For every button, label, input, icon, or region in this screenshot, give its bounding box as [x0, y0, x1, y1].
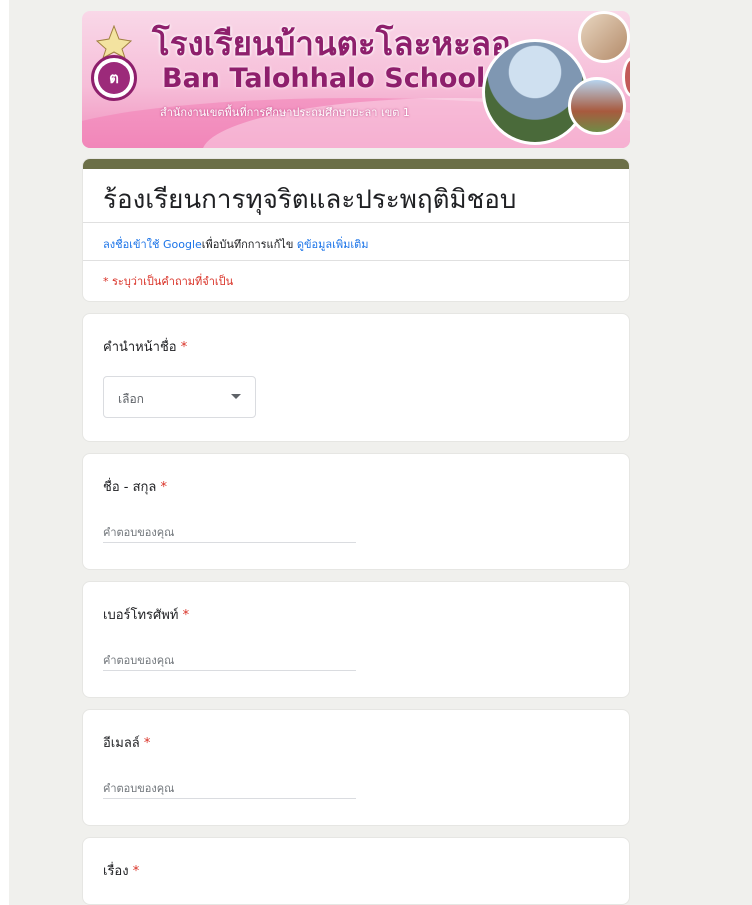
- question-label-text: อีเมลล์: [103, 736, 140, 751]
- signin-link[interactable]: ลงชื่อเข้าใช้ Google: [103, 238, 202, 251]
- question-card-email: อีเมลล์ *: [82, 709, 630, 826]
- required-star: *: [160, 480, 168, 495]
- email-input[interactable]: [103, 778, 356, 799]
- form-column: ต โรงเรียนบ้านตะโละหะลอ Ban Talohhalo Sc…: [82, 11, 630, 905]
- banner-photo-edge: [622, 57, 630, 97]
- accent-bar: [83, 159, 629, 169]
- signin-text: เพื่อบันทึกการแก้ไข: [201, 238, 294, 251]
- required-star: *: [180, 340, 188, 355]
- learn-more-link[interactable]: ดูข้อมูลเพิ่มเติม: [297, 238, 369, 251]
- question-card-fullname: ชื่อ - สกุล *: [82, 453, 630, 570]
- question-card-phone: เบอร์โทรศัพท์ *: [82, 581, 630, 698]
- question-label: อีเมลล์ *: [103, 732, 150, 753]
- required-star: *: [182, 608, 190, 623]
- question-card-subject: เรื่อง *: [82, 837, 630, 905]
- phone-input[interactable]: [103, 650, 356, 671]
- question-label-text: ชื่อ - สกุล: [103, 480, 157, 495]
- form-title: ร้องเรียนการทุจริตและประพฤติมิชอบ: [103, 185, 517, 215]
- required-note: * ระบุว่าเป็นคำถามที่จำเป็น: [103, 275, 234, 288]
- required-star: *: [132, 864, 140, 879]
- left-edge: [0, 0, 9, 905]
- question-label: คำนำหน้าชื่อ *: [103, 336, 187, 357]
- dropdown-caret-icon: [231, 394, 241, 399]
- question-label: เบอร์โทรศัพท์ *: [103, 604, 189, 625]
- question-label-text: เรื่อง: [103, 864, 129, 879]
- banner-office: สำนักงานเขตพื้นที่การศึกษาประถมศึกษายะลา…: [160, 106, 410, 119]
- header-divider-2: [83, 260, 629, 261]
- banner-photo-building: [568, 77, 626, 135]
- question-label: เรื่อง *: [103, 860, 139, 881]
- required-star: *: [143, 736, 151, 751]
- logo-emblem: ต: [98, 62, 130, 94]
- question-label-text: เบอร์โทรศัพท์: [103, 608, 179, 623]
- fullname-input[interactable]: [103, 522, 356, 543]
- dropdown-value: เลือก: [118, 392, 144, 406]
- signin-row: ลงชื่อเข้าใช้ Googleเพื่อบันทึกการแก้ไข …: [103, 235, 369, 253]
- banner-photo-students: [578, 11, 630, 63]
- school-logo-icon: ต: [91, 55, 137, 101]
- question-card-prefix: คำนำหน้าชื่อ * เลือก: [82, 313, 630, 442]
- prefix-dropdown[interactable]: เลือก: [103, 376, 256, 418]
- question-label: ชื่อ - สกุล *: [103, 476, 167, 497]
- header-divider: [83, 222, 629, 223]
- form-header-card: ร้องเรียนการทุจริตและประพฤติมิชอบ ลงชื่อ…: [82, 158, 630, 302]
- school-banner: ต โรงเรียนบ้านตะโละหะลอ Ban Talohhalo Sc…: [82, 11, 630, 148]
- question-label-text: คำนำหน้าชื่อ: [103, 340, 177, 355]
- crest-icon: [96, 25, 132, 59]
- banner-school-english: Ban Talohhalo School: [162, 63, 486, 94]
